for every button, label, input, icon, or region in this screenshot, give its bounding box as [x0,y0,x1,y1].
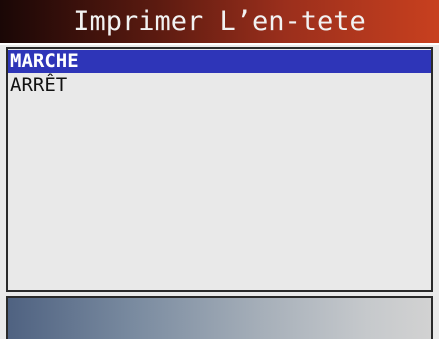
menu-item-arret[interactable]: ARRÊT [8,74,431,97]
title-divider [0,43,439,45]
device-screen: Imprimer L’en-tete MARCHE ARRÊT [0,0,439,339]
status-bar [6,296,433,339]
screen-title: Imprimer L’en-tete [0,0,439,43]
options-list: MARCHE ARRÊT [6,47,433,292]
menu-item-marche[interactable]: MARCHE [8,50,431,73]
